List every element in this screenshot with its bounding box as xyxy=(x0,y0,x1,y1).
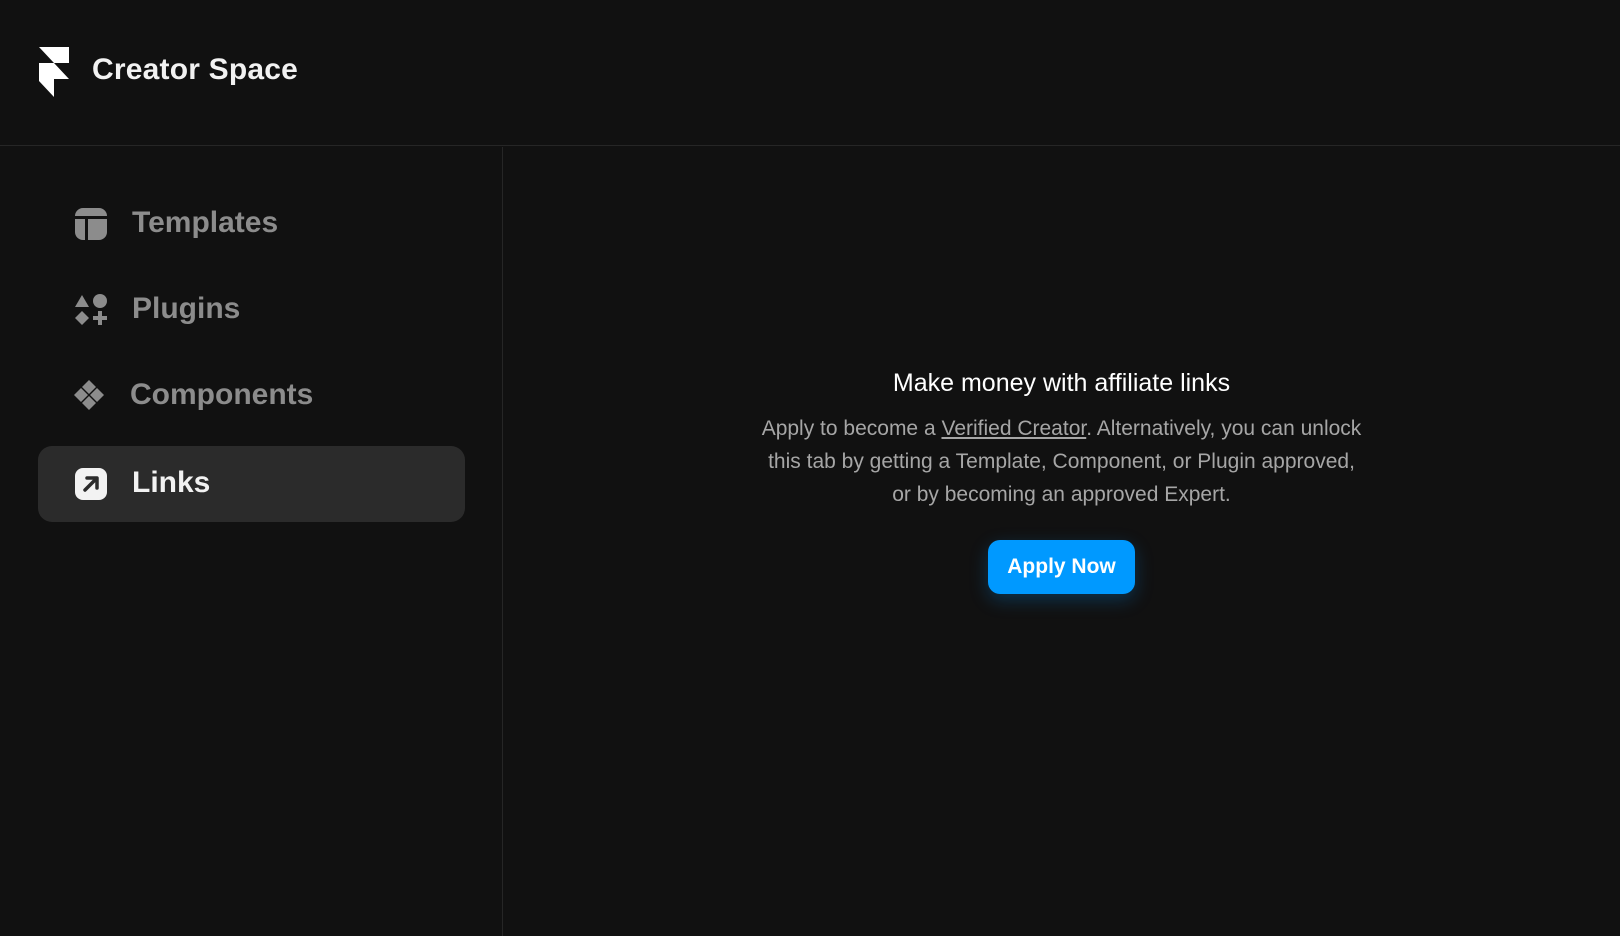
components-icon xyxy=(74,380,104,410)
framer-logo-icon[interactable] xyxy=(36,47,72,97)
main-content: Make money with affiliate links Apply to… xyxy=(503,147,1620,936)
sidebar-item-label: Components xyxy=(130,378,314,411)
empty-state-title: Make money with affiliate links xyxy=(892,369,1231,397)
sidebar-item-links[interactable]: Links xyxy=(38,446,465,522)
app-title: Creator Space xyxy=(92,53,299,86)
sidebar-item-components[interactable]: Components xyxy=(38,358,465,434)
apply-now-button[interactable]: Apply Now xyxy=(988,540,1135,594)
templates-icon xyxy=(75,208,107,240)
verified-creator-link[interactable]: Verified Creator xyxy=(941,417,1086,440)
sidebar-item-label: Templates xyxy=(132,206,279,239)
sidebar-item-plugins[interactable]: Plugins xyxy=(38,272,465,348)
empty-state: Make money with affiliate links Apply to… xyxy=(503,367,1620,594)
header: Creator Space xyxy=(0,0,1620,146)
sidebar: Templates Plugins Components Links xyxy=(0,147,503,936)
plugins-icon xyxy=(75,294,107,325)
sidebar-item-label: Plugins xyxy=(132,292,241,325)
sidebar-item-label: Links xyxy=(132,466,211,499)
description-text: Apply to become a xyxy=(761,417,942,440)
sidebar-item-templates[interactable]: Templates xyxy=(38,186,465,262)
empty-state-description: Apply to become a Verified Creator. Alte… xyxy=(762,412,1362,511)
links-icon xyxy=(75,468,107,500)
